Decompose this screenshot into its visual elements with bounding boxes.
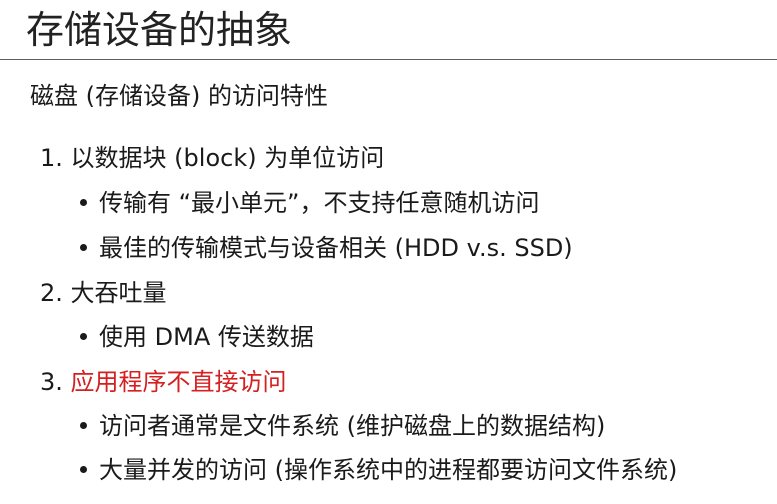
bullet-icon	[80, 198, 87, 206]
sub-bullet-text: 访问者通常是文件系统 (维护磁盘上的数据结构)	[99, 412, 606, 440]
list-item-number: 1.	[40, 144, 63, 172]
list-item-1: 1. 以数据块 (block) 为单位访问	[40, 142, 384, 174]
slide-title: 存储设备的抽象	[26, 8, 293, 52]
sub-bullet-3-2: 大量并发的访问 (操作系统中的进程都要访问文件系统)	[80, 454, 677, 486]
sub-bullet-text: 最佳的传输模式与设备相关 (HDD v.s. SSD)	[99, 234, 573, 262]
bullet-icon	[80, 243, 87, 251]
title-divider	[0, 59, 777, 60]
sub-bullet-1-1: 传输有 “最小单元”，不支持任意随机访问	[80, 187, 540, 219]
sub-bullet-1-2: 最佳的传输模式与设备相关 (HDD v.s. SSD)	[80, 232, 573, 264]
bullet-icon	[80, 465, 87, 473]
list-item-number: 2.	[40, 279, 63, 307]
list-item-text-highlighted: 应用程序不直接访问	[70, 368, 287, 396]
sub-bullet-2-1: 使用 DMA 传送数据	[80, 321, 314, 353]
list-item-3: 3. 应用程序不直接访问	[40, 366, 287, 398]
list-item-text: 大吞吐量	[70, 279, 167, 307]
list-item-text: 以数据块 (block) 为单位访问	[70, 144, 385, 172]
sub-bullet-text: 使用 DMA 传送数据	[99, 323, 314, 351]
intro-text: 磁盘 (存储设备) 的访问特性	[30, 82, 328, 110]
sub-bullet-3-1: 访问者通常是文件系统 (维护磁盘上的数据结构)	[80, 410, 605, 442]
bullet-icon	[80, 332, 87, 340]
bullet-icon	[80, 421, 87, 429]
list-item-number: 3.	[40, 368, 63, 396]
sub-bullet-text: 传输有 “最小单元”，不支持任意随机访问	[99, 189, 540, 217]
list-item-2: 2. 大吞吐量	[40, 277, 167, 309]
sub-bullet-text: 大量并发的访问 (操作系统中的进程都要访问文件系统)	[99, 456, 678, 484]
